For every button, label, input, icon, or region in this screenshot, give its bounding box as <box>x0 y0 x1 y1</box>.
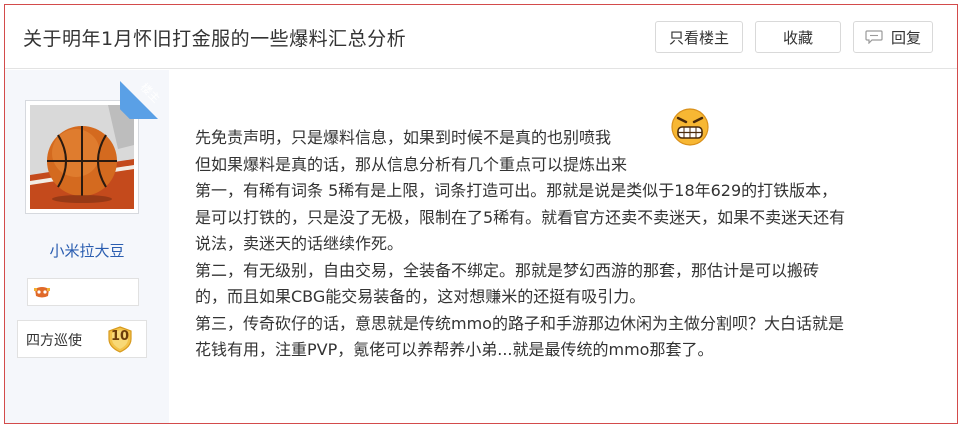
author-sidebar: 小米拉大豆 四方巡使 10 <box>5 70 169 423</box>
basketball-avatar-icon <box>30 105 134 209</box>
post-line: 第一，有稀有词条 5稀有是上限，词条打造可出。那就是说是类似于18年629的打铁… <box>195 181 838 200</box>
post-line: 先免责声明，只是爆料信息，如果到时候不是真的也别喷我 <box>195 128 612 147</box>
only-op-label: 只看楼主 <box>668 28 729 47</box>
reply-button[interactable]: 回复 <box>853 21 933 53</box>
game-medal-icon[interactable] <box>32 284 52 300</box>
rank-box: 四方巡使 10 <box>17 320 147 358</box>
only-op-button[interactable]: 只看楼主 <box>655 21 743 53</box>
post-line: 花钱有用，注重PVP，氪佬可以养帮养小弟...就是最传统的mmo那套了。 <box>195 340 714 359</box>
favorite-label: 收藏 <box>782 28 813 47</box>
post-line: 第三，传奇砍仔的话，意思就是传统mmo的路子和手游那边休闲为主做分割呗？大白话就… <box>195 313 844 333</box>
speech-bubble-icon <box>865 30 883 44</box>
thread-header: 关于明年1月怀旧打金服的一些爆料汇总分析 只看楼主 收藏 回复 <box>5 5 957 69</box>
post-line: 说法，卖迷天的话继续作死。 <box>195 234 404 253</box>
author-name-link[interactable]: 小米拉大豆 <box>5 240 169 261</box>
post-body: 先免责声明，只是爆料信息，如果到时候不是真的也别喷我 但如果爆料是真的话，那从信… <box>195 125 955 364</box>
reply-label: 回复 <box>890 28 921 47</box>
medal-box <box>27 278 139 306</box>
post-line: 的，而且如果CBG能交易装备的，这对想赚米的还挺有吸引力。 <box>195 287 646 306</box>
post-line: 是可以打铁的，只是没了无极，限制在了5稀有。就看官方还卖不卖迷天，如果不卖迷天还… <box>195 207 846 227</box>
thread-title: 关于明年1月怀旧打金服的一些爆料汇总分析 <box>23 28 407 50</box>
post-line: 第二，有无级别，自由交易，全装备不绑定。那就是梦幻西游的那套，那估计是可以搬砖 <box>195 260 820 280</box>
rank-level: 10 <box>110 329 130 344</box>
level-shield-icon: 10 <box>106 325 134 353</box>
post-line: 但如果爆料是真的话，那从信息分析有几个重点可以提炼出来 <box>195 154 628 174</box>
op-ribbon: 楼主 <box>120 71 168 119</box>
favorite-button[interactable]: 收藏 <box>755 21 841 53</box>
post-container: 关于明年1月怀旧打金服的一些爆料汇总分析 只看楼主 收藏 回复 小米拉大豆 四方… <box>4 4 958 424</box>
grimacing-face-icon <box>670 107 710 147</box>
rank-name: 四方巡使 <box>26 333 82 349</box>
